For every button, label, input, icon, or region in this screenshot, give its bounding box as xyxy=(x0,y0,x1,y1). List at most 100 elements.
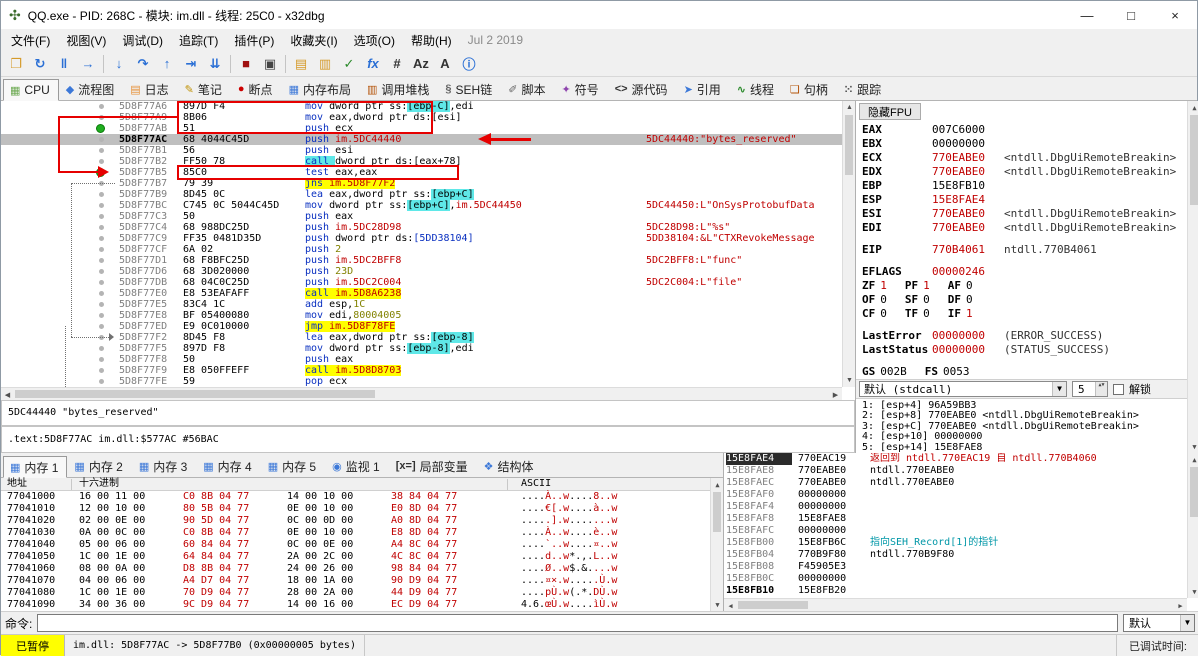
tab-struct[interactable]: ❖ 结构体 xyxy=(477,455,543,477)
stack-row-15E8FB0C[interactable]: 15E8FB0C 00000000 xyxy=(724,573,1187,585)
tab-references[interactable]: ➤ 引用 xyxy=(677,78,730,100)
toolbar-step-out-icon[interactable]: ↑ xyxy=(155,53,179,75)
scroll-down-arrow-icon[interactable]: ▼ xyxy=(1188,440,1198,453)
breakpoint-dot[interactable] xyxy=(96,168,105,177)
scroll-up-arrow-icon[interactable]: ▲ xyxy=(1188,101,1198,114)
memory-row-77041010[interactable]: 77041010 12 00 10 00 80 5B 04 77 0E 00 10 0… xyxy=(1,503,710,515)
toolbar-pause-icon[interactable]: ‖ xyxy=(52,53,76,75)
register-row[interactable]: ESP 15E8FAE4 xyxy=(862,193,1185,207)
stack-row-15E8FAF4[interactable]: 15E8FAF4 00000000 xyxy=(724,501,1187,513)
disasm-row-5D8F77B7[interactable]: 5D8F77B7 79 39 jns im.5D8F77F2 xyxy=(1,178,842,189)
memory-row-77041050[interactable]: 77041050 1C 00 1E 00 64 84 04 77 2A 00 2C 0… xyxy=(1,551,710,563)
register-row[interactable]: EDI 770EABE0 <ntdll.DbgUiRemoteBreakin> xyxy=(862,221,1185,235)
disasm-row-5D8F77A6[interactable]: 5D8F77A6 897D F4 mov dword ptr ss:[ebp-C],… xyxy=(1,101,842,112)
menu-view[interactable]: 视图(V) xyxy=(58,30,114,51)
register-row[interactable]: EIP 770B4061 ntdll.770B4061 xyxy=(862,243,1185,257)
register-row[interactable]: ECX 770EABE0 <ntdll.DbgUiRemoteBreakin> xyxy=(862,151,1185,165)
row-dot[interactable] xyxy=(99,214,104,219)
stack-row-15E8FAE4[interactable]: 15E8FAE4 770EAC19 返回到 ntdll.770EAC19 自 ntd… xyxy=(724,453,1187,465)
tab-call-stack[interactable]: ▥ 调用堆栈 xyxy=(360,78,438,100)
registers-vertical-scrollbar[interactable]: ▲ ▼ xyxy=(1187,101,1198,453)
toolbar-step-into-icon[interactable]: ↓ xyxy=(107,53,131,75)
tab-locals[interactable]: [x=] 局部变量 xyxy=(389,455,477,477)
tab-trace[interactable]: ⁙ 跟踪 xyxy=(837,78,890,100)
tab-memory-map[interactable]: ▦ 内存布局 xyxy=(282,78,360,100)
stack-row-15E8FAF0[interactable]: 15E8FAF0 00000000 xyxy=(724,489,1187,501)
command-profile-select[interactable]: 默认 ▼ xyxy=(1123,614,1195,632)
row-dot[interactable] xyxy=(99,335,104,340)
register-row[interactable]: EAX 007C6000 xyxy=(862,123,1185,137)
disasm-row-5D8F77C4[interactable]: 5D8F77C4 68 988DC25D push im.5DC28D98 5DC28… xyxy=(1,222,842,233)
tab-notes[interactable]: ✎ 笔记 xyxy=(178,78,231,100)
scroll-thumb[interactable] xyxy=(738,601,808,609)
tab-handles[interactable]: ❏ 句柄 xyxy=(783,78,837,100)
toolbar-breakpoints-icon[interactable]: ▣ xyxy=(258,53,282,75)
disasm-row-5D8F77B2[interactable]: 5D8F77B2 FF50 78 call dword ptr ds:[eax+78… xyxy=(1,156,842,167)
register-row[interactable]: EBP 15E8FB10 xyxy=(862,179,1185,193)
stack-row-15E8FB04[interactable]: 15E8FB04 770B9F80 ntdll.770B9F80 xyxy=(724,549,1187,561)
register-row[interactable]: LastError 00000000 (ERROR_SUCCESS) xyxy=(862,329,1185,343)
stack-row-15E8FAEC[interactable]: 15E8FAEC 770EABE0 ntdll.770EABE0 xyxy=(724,477,1187,489)
tab-dump-4[interactable]: ▦ 内存 4 xyxy=(196,455,260,477)
register-row[interactable]: EFLAGS 00000246 xyxy=(862,265,1185,279)
scroll-thumb[interactable] xyxy=(1190,467,1198,517)
scroll-thumb[interactable] xyxy=(845,115,853,175)
disasm-row-5D8F77B5[interactable]: 5D8F77B5 85C0 test eax,eax xyxy=(1,167,842,178)
row-dot[interactable] xyxy=(99,357,104,362)
row-dot[interactable] xyxy=(99,115,104,120)
stack-row-15E8FB08[interactable]: 15E8FB08 F45905E3 xyxy=(724,561,1187,573)
disasm-row-5D8F77C3[interactable]: 5D8F77C3 50 push eax xyxy=(1,211,842,222)
menu-debug[interactable]: 调试(D) xyxy=(114,30,171,51)
tab-dump-3[interactable]: ▦ 内存 3 xyxy=(132,455,196,477)
toolbar-expression-icon[interactable]: fx xyxy=(361,53,385,75)
command-input[interactable] xyxy=(37,614,1118,632)
memory-vertical-scrollbar[interactable]: ▲ ▼ xyxy=(710,478,723,611)
toolbar-step-over-icon[interactable]: ↷ xyxy=(131,53,155,75)
register-row[interactable]: OF 0 SF 0 DF 0 xyxy=(862,293,1185,307)
disasm-row-5D8F77B1[interactable]: 5D8F77B1 56 push esi xyxy=(1,145,842,156)
register-row[interactable]: EDX 770EABE0 <ntdll.DbgUiRemoteBreakin> xyxy=(862,165,1185,179)
row-dot[interactable] xyxy=(99,346,104,351)
tab-source[interactable]: <> 源代码 xyxy=(608,78,677,100)
toolbar-run-icon[interactable]: → xyxy=(76,53,100,75)
memory-row-77041020[interactable]: 77041020 02 00 0E 00 90 5D 04 77 0C 00 0D 0… xyxy=(1,515,710,527)
row-dot[interactable] xyxy=(99,159,104,164)
toolbar-patch-icon[interactable]: ✓ xyxy=(337,53,361,75)
scroll-thumb[interactable] xyxy=(713,492,721,532)
disasm-row-5D8F77F5[interactable]: 5D8F77F5 897D F8 mov dword ptr ss:[ebp-8],… xyxy=(1,343,842,354)
toolbar-help-icon[interactable]: ⓘ xyxy=(457,53,481,75)
stack-row-15E8FB10[interactable]: 15E8FB10 15E8FB20 xyxy=(724,585,1187,597)
memory-row-77041040[interactable]: 77041040 05 00 06 00 60 84 04 77 0C 00 0E 0… xyxy=(1,539,710,551)
tab-watch-1[interactable]: ◉ 监视 1 xyxy=(325,455,389,477)
row-dot[interactable] xyxy=(99,104,104,109)
row-dot[interactable] xyxy=(99,181,104,186)
tab-log[interactable]: ▤ 日志 xyxy=(123,78,177,100)
row-dot[interactable] xyxy=(99,137,104,142)
tab-seh[interactable]: § SEH链 xyxy=(438,78,501,100)
memory-row-77041070[interactable]: 77041070 04 00 06 00 A4 D7 04 77 18 00 1A 0… xyxy=(1,575,710,587)
row-dot[interactable] xyxy=(99,236,104,241)
tab-threads[interactable]: ∿ 线程 xyxy=(730,78,783,100)
menu-plugins[interactable]: 插件(P) xyxy=(226,30,282,51)
disasm-row-5D8F77D1[interactable]: 5D8F77D1 68 F8BFC25D push im.5DC2BFF8 5DC2B… xyxy=(1,255,842,266)
hide-fpu-button[interactable]: 隐藏FPU xyxy=(859,103,921,120)
stack-row-15E8FAF8[interactable]: 15E8FAF8 15E8FAE8 xyxy=(724,513,1187,525)
row-dot[interactable] xyxy=(99,280,104,285)
row-dot[interactable] xyxy=(99,269,104,274)
row-dot[interactable] xyxy=(99,379,104,384)
row-dot[interactable] xyxy=(99,148,104,153)
register-row[interactable]: ZF 1 PF 1 AF 0 xyxy=(862,279,1185,293)
stack-row-15E8FAE8[interactable]: 15E8FAE8 770EABE0 ntdll.770EABE0 xyxy=(724,465,1187,477)
toolbar-stop-icon[interactable]: ■ xyxy=(234,53,258,75)
scroll-up-arrow-icon[interactable]: ▲ xyxy=(1188,453,1198,466)
register-row[interactable]: CF 0 TF 0 IF 1 xyxy=(862,307,1185,321)
toolbar-restart-icon[interactable]: ↻ xyxy=(28,53,52,75)
tab-breakpoints[interactable]: ● 断点 xyxy=(231,78,282,100)
tab-symbols[interactable]: ✦ 符号 xyxy=(554,78,607,100)
disasm-row-5D8F77AC[interactable]: 5D8F77AC 68 4044C45D push im.5DC44440 5DC44… xyxy=(1,134,842,145)
disasm-row-5D8F77F9[interactable]: 5D8F77F9 E8 050FFEFF call im.5D8D8703 xyxy=(1,365,842,376)
scroll-down-arrow-icon[interactable]: ▼ xyxy=(1188,585,1198,598)
tab-cpu[interactable]: ▦ CPU xyxy=(3,79,59,101)
memory-row-77041080[interactable]: 77041080 1C 00 1E 00 70 D9 04 77 28 00 2A 0… xyxy=(1,587,710,599)
chevron-down-icon[interactable]: ▼ xyxy=(1052,382,1066,396)
